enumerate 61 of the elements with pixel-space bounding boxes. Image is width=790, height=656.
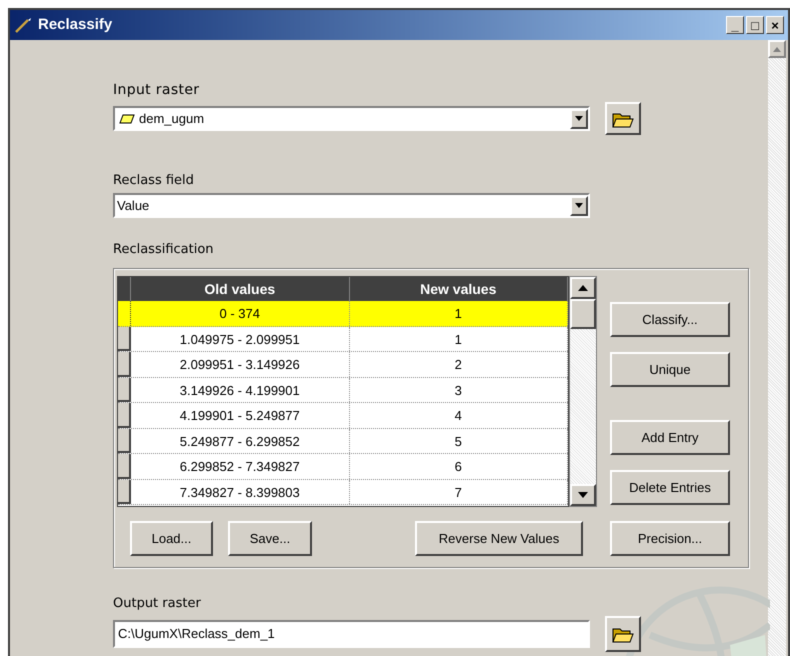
table-row[interactable]: 5.249877 - 6.299852 5 (118, 428, 568, 454)
open-folder-button[interactable] (605, 102, 641, 135)
table-cell: 2.099951 - 3.149926 (131, 352, 350, 376)
input-raster-dropdown[interactable]: dem_ugum (113, 106, 590, 131)
unique-button[interactable]: Unique (610, 352, 730, 387)
table-cell: 6.299852 - 7.349827 (131, 454, 350, 478)
table-scrollbar[interactable] (569, 276, 597, 507)
table-cell: 1 (350, 326, 568, 351)
table-row[interactable]: 2.099951 - 3.149926 2 (118, 352, 568, 378)
reclass-field-dropdown[interactable]: Value (113, 193, 590, 218)
table-cell: 1.049975 - 2.099951 (131, 326, 350, 351)
add-entry-button[interactable]: Add Entry (610, 420, 730, 455)
close-button[interactable]: × (766, 16, 784, 34)
row-header[interactable] (118, 428, 131, 453)
table-row[interactable]: 6.299852 - 7.349827 6 (118, 454, 568, 480)
scroll-thumb[interactable] (570, 299, 596, 329)
minimize-button[interactable]: _ (726, 16, 744, 34)
table-row[interactable]: 1.049975 - 2.099951 1 (118, 326, 568, 352)
table-row[interactable]: 4.199901 - 5.249877 4 (118, 403, 568, 428)
classify-button[interactable]: Classify... (610, 302, 730, 337)
raster-layer-icon (119, 114, 135, 124)
table-cell: 0 - 374 (131, 301, 350, 326)
table-cell: 3.149926 - 4.199901 (131, 378, 350, 402)
section-label: Reclassification (113, 241, 215, 259)
table-cell: 4 (350, 403, 568, 428)
row-header[interactable] (118, 454, 131, 478)
scroll-down-icon[interactable] (570, 484, 596, 506)
window-scrollbar[interactable] (768, 40, 786, 656)
row-header[interactable] (118, 480, 131, 504)
table-cell: 3 (350, 378, 568, 402)
dropdown-value: dem_ugum (139, 110, 204, 128)
row-header[interactable] (118, 403, 131, 428)
maximize-button[interactable]: □ (746, 16, 764, 34)
table-cell: 2 (350, 352, 568, 376)
window-title: Reclassify (38, 14, 112, 35)
delete-entries-button[interactable]: Delete Entries (610, 470, 730, 505)
table-cell: 5.249877 - 6.299852 (131, 428, 350, 453)
wand-icon (14, 16, 34, 34)
field-label: Output raster (113, 595, 202, 613)
table-cell: 4.199901 - 5.249877 (131, 403, 350, 428)
table-cell: 6 (350, 454, 568, 478)
table-cell: 1 (350, 301, 568, 326)
table-cell: 7 (350, 480, 568, 504)
save-button[interactable]: Save... (228, 521, 312, 556)
row-header[interactable] (118, 352, 131, 376)
open-folder-button[interactable] (605, 616, 641, 652)
load-button[interactable]: Load... (130, 521, 213, 556)
reverse-new-values-button[interactable]: Reverse New Values (415, 521, 583, 556)
table-row[interactable]: 0 - 374 1 (118, 301, 568, 326)
field-label: Input raster (113, 81, 200, 100)
row-header[interactable] (118, 378, 131, 402)
table-cell: 7.349827 - 8.399803 (131, 480, 350, 504)
table-cell: 5 (350, 428, 568, 453)
precision-button[interactable]: Precision... (610, 521, 730, 556)
field-label: Reclass field (113, 172, 195, 190)
table-row[interactable]: 7.349827 - 8.399803 7 (118, 480, 568, 505)
scroll-up-icon[interactable] (570, 277, 596, 299)
dropdown-value: Value (117, 196, 150, 215)
output-raster-field[interactable]: C:\UgumX\Reclass_dem_1 (113, 620, 590, 648)
table-row[interactable]: 3.149926 - 4.199901 3 (118, 378, 568, 403)
row-header[interactable] (118, 326, 131, 351)
